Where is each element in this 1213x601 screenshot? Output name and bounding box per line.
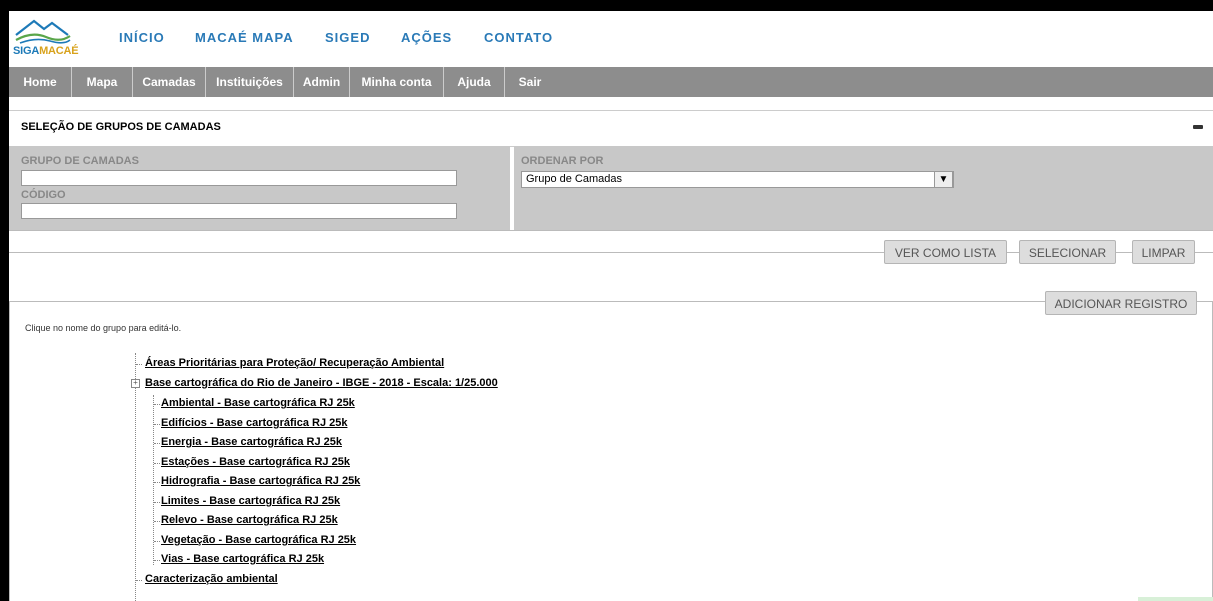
code-label: CÓDIGO bbox=[21, 189, 66, 201]
tree-child-node[interactable]: Energia - Base cartográfica RJ 25k bbox=[161, 436, 342, 448]
topnav-inicio[interactable]: INÍCIO bbox=[119, 30, 165, 45]
collapse-icon[interactable] bbox=[1193, 125, 1203, 129]
order-label: ORDENAR POR bbox=[521, 155, 604, 167]
topnav-acoes[interactable]: AÇÕES bbox=[401, 30, 452, 45]
tree-child-node[interactable]: Relevo - Base cartográfica RJ 25k bbox=[161, 514, 338, 526]
tree-connector bbox=[136, 364, 142, 365]
content-border bbox=[1197, 301, 1213, 302]
panel-title: SELEÇÃO DE GRUPOS DE CAMADAS bbox=[21, 121, 221, 133]
select-button[interactable]: SELECIONAR bbox=[1019, 240, 1116, 264]
tree-node-areas-prioritarias[interactable]: Áreas Prioritárias para Proteção/ Recupe… bbox=[145, 357, 444, 369]
menu-mapa[interactable]: Mapa bbox=[72, 67, 133, 97]
tree-connector bbox=[153, 395, 154, 565]
tree-connector bbox=[154, 424, 160, 425]
expand-icon[interactable]: + bbox=[131, 379, 140, 388]
tree-connector bbox=[154, 502, 160, 503]
menu-home[interactable]: Home bbox=[9, 67, 72, 97]
tree-connector bbox=[154, 404, 160, 405]
view-as-list-button[interactable]: VER COMO LISTA bbox=[884, 240, 1007, 264]
tree-child-node[interactable]: Vias - Base cartográfica RJ 25k bbox=[161, 553, 324, 565]
logo-text-siga: SIGA bbox=[13, 45, 40, 57]
main-menu-bar: Home Mapa Camadas Instituições Admin Min… bbox=[9, 67, 1213, 97]
tree-connector bbox=[154, 521, 160, 522]
tree-connector bbox=[154, 443, 160, 444]
menu-minha-conta[interactable]: Minha conta bbox=[350, 67, 444, 97]
tree-connector bbox=[136, 580, 142, 581]
topnav-macae-mapa[interactable]: MACAÉ MAPA bbox=[195, 30, 294, 45]
button-row-line bbox=[9, 252, 884, 253]
topnav-contato[interactable]: CONTATO bbox=[484, 30, 553, 45]
tree-child-node[interactable]: Estações - Base cartográfica RJ 25k bbox=[161, 456, 350, 468]
tree-connector bbox=[154, 560, 160, 561]
siga-macae-logo[interactable]: SIGAMACAÉ bbox=[12, 15, 79, 61]
tree-child-node[interactable]: Edifícios - Base cartográfica RJ 25k bbox=[161, 417, 347, 429]
chevron-down-icon[interactable]: ▼ bbox=[934, 171, 953, 188]
mountain-logo-icon bbox=[15, 19, 71, 44]
group-input[interactable] bbox=[21, 170, 457, 186]
logo-text-macae: MACAÉ bbox=[39, 45, 79, 57]
content-border bbox=[9, 301, 1045, 302]
add-record-button[interactable]: ADICIONAR REGISTRO bbox=[1045, 291, 1197, 315]
group-label: GRUPO DE CAMADAS bbox=[21, 155, 139, 167]
topnav-siged[interactable]: SIGED bbox=[325, 30, 370, 45]
code-input[interactable] bbox=[21, 203, 457, 219]
button-row-line bbox=[1116, 252, 1132, 253]
content-border-left bbox=[9, 301, 10, 601]
clear-button[interactable]: LIMPAR bbox=[1132, 240, 1195, 264]
filter-left-area: GRUPO DE CAMADAS CÓDIGO bbox=[9, 146, 510, 230]
menu-camadas[interactable]: Camadas bbox=[133, 67, 206, 97]
page: SIGAMACAÉ INÍCIO MACAÉ MAPA SIGED AÇÕES … bbox=[9, 11, 1213, 601]
tree-connector bbox=[135, 353, 136, 601]
menu-sair[interactable]: Sair bbox=[505, 67, 555, 97]
tree-child-node[interactable]: Limites - Base cartográfica RJ 25k bbox=[161, 495, 340, 507]
tree-child-node[interactable]: Vegetação - Base cartográfica RJ 25k bbox=[161, 534, 356, 546]
tree-node-caracterizacao-ambiental[interactable]: Caracterização ambiental bbox=[145, 573, 278, 585]
menu-instituicoes[interactable]: Instituições bbox=[206, 67, 294, 97]
tree-child-node[interactable]: Ambiental - Base cartográfica RJ 25k bbox=[161, 397, 355, 409]
tree-connector bbox=[154, 482, 160, 483]
order-select-value: Grupo de Camadas bbox=[526, 173, 622, 185]
hint-text: Clique no nome do grupo para editá-lo. bbox=[25, 323, 182, 333]
logo-text: SIGAMACAÉ bbox=[13, 45, 79, 57]
menu-ajuda[interactable]: Ajuda bbox=[444, 67, 505, 97]
tree-connector bbox=[154, 541, 160, 542]
panel-header: SELEÇÃO DE GRUPOS DE CAMADAS bbox=[9, 110, 1213, 147]
button-row-line bbox=[1195, 252, 1213, 253]
tree-connector bbox=[154, 463, 160, 464]
menu-admin[interactable]: Admin bbox=[294, 67, 350, 97]
filter-divider bbox=[9, 230, 1213, 231]
filter-right-area: ORDENAR POR Grupo de Camadas ▼ bbox=[514, 146, 1213, 230]
status-strip bbox=[1138, 597, 1213, 601]
tree-child-node[interactable]: Hidrografia - Base cartográfica RJ 25k bbox=[161, 475, 360, 487]
order-select[interactable]: Grupo de Camadas ▼ bbox=[521, 171, 954, 188]
button-row-line bbox=[1007, 252, 1019, 253]
tree-node-base-cartografica[interactable]: Base cartográfica do Rio de Janeiro - IB… bbox=[145, 377, 498, 389]
